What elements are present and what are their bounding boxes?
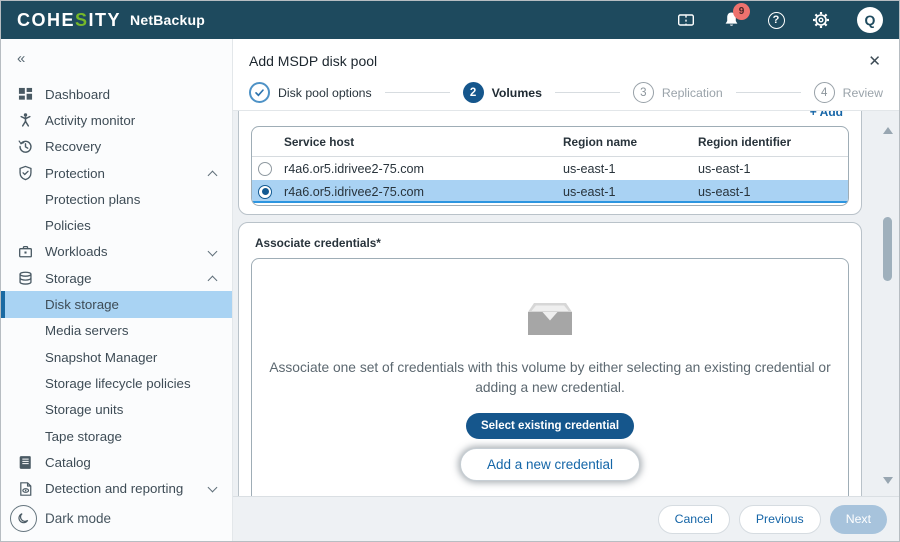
chevron-down-icon <box>208 246 218 256</box>
stepper-connector <box>736 92 801 93</box>
add-volume-link[interactable]: + Add <box>810 111 843 119</box>
sidebar-item-policies[interactable]: Policies <box>1 212 232 238</box>
dialog-title: Add MSDP disk pool <box>249 53 883 69</box>
sidebar-nav: Dashboard Activity monitor Recovery Prot… <box>1 81 232 502</box>
help-icon[interactable]: ? <box>767 11 785 29</box>
step-review[interactable]: 4 Review <box>814 82 883 103</box>
workloads-briefcase-icon <box>17 243 34 260</box>
column-service-host: Service host <box>278 135 563 149</box>
sidebar: « Dashboard Activity monitor Recovery Pr… <box>1 39 233 541</box>
logo-text: COHE <box>17 10 75 30</box>
logo-text-end: ITY <box>89 10 122 30</box>
recovery-restore-icon <box>17 138 34 155</box>
sidebar-item-storage-lifecycle-policies[interactable]: Storage lifecycle policies <box>1 370 232 396</box>
column-region-name: Region name <box>563 135 698 149</box>
user-avatar[interactable]: Q <box>857 7 883 33</box>
wizard-stepper: Disk pool options 2 Volumes 3 Replicatio… <box>249 82 883 103</box>
chevron-down-icon <box>208 483 218 493</box>
storage-database-icon <box>17 270 34 287</box>
radio-unselected[interactable] <box>258 162 272 176</box>
dialog-header: Add MSDP disk pool ✕ Disk pool options 2… <box>233 39 899 111</box>
catalog-book-icon <box>17 454 34 471</box>
top-bar: COHESITY NetBackup 9 ? Q <box>1 1 899 39</box>
sidebar-item-media-servers[interactable]: Media servers <box>1 318 232 344</box>
cohesity-logo: COHESITY <box>17 10 121 31</box>
column-region-identifier: Region identifier <box>698 135 848 149</box>
add-new-credential-button[interactable]: Add a new credential <box>460 448 640 481</box>
sidebar-item-storage-units[interactable]: Storage units <box>1 397 232 423</box>
chevron-up-icon <box>208 276 218 286</box>
cancel-button[interactable]: Cancel <box>658 505 730 534</box>
step-check-icon <box>249 82 270 103</box>
sidebar-item-detection-and-reporting[interactable]: Detection and reporting <box>1 475 232 501</box>
table-row[interactable]: r4a6.or5.idrivee2-75.com us-east-1 us-ea… <box>252 157 848 180</box>
service-host-panel: + Add Service host Region name Region id… <box>238 111 862 215</box>
sidebar-item-snapshot-manager[interactable]: Snapshot Manager <box>1 344 232 370</box>
sidebar-collapse-icon[interactable]: « <box>17 50 25 67</box>
sidebar-item-workloads[interactable]: Workloads <box>1 239 232 265</box>
notifications-bell-icon[interactable]: 9 <box>722 11 740 29</box>
step-disk-pool-options[interactable]: Disk pool options <box>249 82 372 103</box>
product-name: NetBackup <box>130 12 205 28</box>
sidebar-item-tape-storage[interactable]: Tape storage <box>1 423 232 449</box>
stepper-connector <box>385 92 450 93</box>
step-number: 2 <box>463 82 484 103</box>
sidebar-item-protection-plans[interactable]: Protection plans <box>1 186 232 212</box>
next-button[interactable]: Next <box>830 505 887 534</box>
wizard-footer: Cancel Previous Next <box>233 496 899 541</box>
scroll-up-arrow-icon[interactable] <box>883 127 893 134</box>
sidebar-item-storage[interactable]: Storage <box>1 265 232 291</box>
chevron-up-icon <box>208 170 218 180</box>
close-icon[interactable]: ✕ <box>868 52 881 70</box>
table-row-selected[interactable]: r4a6.or5.idrivee2-75.com us-east-1 us-ea… <box>252 180 848 203</box>
moon-icon <box>10 505 37 532</box>
scrollbar-thumb[interactable] <box>883 217 892 281</box>
sidebar-item-dashboard[interactable]: Dashboard <box>1 81 232 107</box>
dashboard-icon <box>17 86 34 103</box>
jobs-ticket-icon[interactable] <box>677 11 695 29</box>
wizard-content: + Add Service host Region name Region id… <box>233 111 899 496</box>
notification-badge: 9 <box>733 3 750 20</box>
radio-selected[interactable] <box>258 185 272 199</box>
step-replication[interactable]: 3 Replication <box>633 82 723 103</box>
logo-green-letter: S <box>75 10 89 30</box>
credentials-description: Associate one set of credentials with th… <box>254 358 846 398</box>
activity-monitor-icon <box>17 112 34 129</box>
app-window: COHESITY NetBackup 9 ? Q « Dashboard <box>0 0 900 542</box>
settings-gear-icon[interactable] <box>812 11 830 29</box>
sidebar-item-protection[interactable]: Protection <box>1 160 232 186</box>
sidebar-item-activity-monitor[interactable]: Activity monitor <box>1 107 232 133</box>
stepper-connector <box>555 92 620 93</box>
service-host-table: Service host Region name Region identifi… <box>251 126 849 206</box>
select-existing-credential-button[interactable]: Select existing credential <box>466 413 634 439</box>
step-volumes[interactable]: 2 Volumes <box>463 82 542 103</box>
dark-mode-toggle[interactable]: Dark mode <box>10 505 111 532</box>
protection-shield-icon <box>17 165 34 182</box>
detection-report-icon <box>17 480 34 497</box>
previous-button[interactable]: Previous <box>739 505 821 534</box>
topbar-actions: 9 ? Q <box>677 7 883 33</box>
main-panel: Add MSDP disk pool ✕ Disk pool options 2… <box>233 39 899 541</box>
sidebar-item-disk-storage[interactable]: Disk storage <box>1 291 232 317</box>
step-number: 4 <box>814 82 835 103</box>
credentials-empty-state: Associate one set of credentials with th… <box>251 258 849 496</box>
sidebar-item-recovery[interactable]: Recovery <box>1 134 232 160</box>
associate-credentials-label: Associate credentials* <box>239 223 861 250</box>
empty-tray-icon <box>521 299 579 337</box>
scroll-down-arrow-icon[interactable] <box>883 477 893 484</box>
sidebar-item-catalog[interactable]: Catalog <box>1 449 232 475</box>
step-number: 3 <box>633 82 654 103</box>
table-header-row: Service host Region name Region identifi… <box>252 127 848 157</box>
associate-credentials-panel: Associate credentials* Associate one set… <box>238 222 862 496</box>
vertical-scrollbar[interactable] <box>881 115 894 490</box>
